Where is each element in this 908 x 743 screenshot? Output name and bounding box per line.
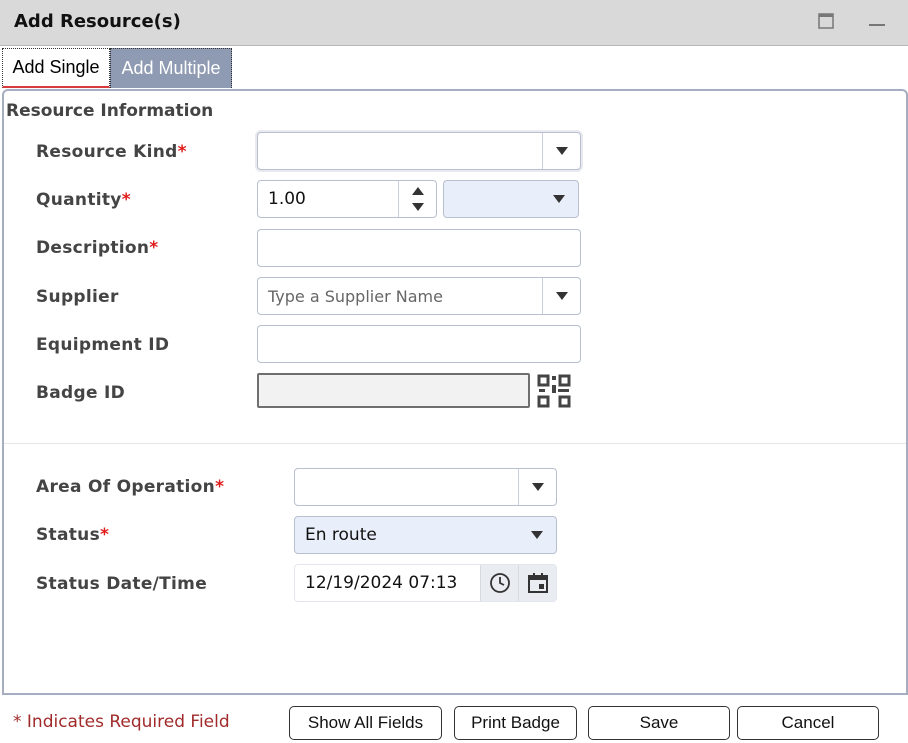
equipment-id-label-text: Equipment ID [36, 335, 170, 355]
resource-kind-label: Resource Kind* [36, 142, 187, 162]
status-select[interactable]: En route [294, 516, 557, 554]
required-mark: * [215, 477, 225, 497]
badge-id-label-text: Badge ID [36, 383, 126, 403]
resource-kind-label-text: Resource Kind [36, 142, 178, 162]
description-label: Description* [36, 238, 158, 258]
required-mark: * [121, 190, 131, 210]
quantity-stepper[interactable]: 1.00 [257, 180, 437, 218]
quantity-unit-select[interactable] [443, 180, 579, 218]
area-of-operation-label: Area Of Operation* [36, 477, 224, 497]
status-value: En route [305, 525, 377, 545]
stepper-buttons[interactable] [398, 181, 436, 217]
tab-add-single[interactable]: Add Single [2, 48, 110, 88]
status-label-text: Status [36, 525, 100, 545]
quantity-value: 1.00 [268, 189, 306, 209]
description-label-text: Description [36, 238, 150, 258]
minimize-icon[interactable] [868, 12, 886, 30]
window-title: Add Resource(s) [14, 11, 181, 32]
chevron-down-icon[interactable] [518, 469, 556, 505]
save-button[interactable]: Save [588, 706, 730, 740]
supplier-placeholder: Type a Supplier Name [268, 286, 443, 306]
required-field-note: * Indicates Required Field [13, 712, 230, 732]
cancel-button[interactable]: Cancel [737, 706, 879, 740]
area-of-operation-select[interactable] [294, 468, 557, 506]
chevron-down-icon[interactable] [540, 181, 578, 217]
supplier-label: Supplier [36, 287, 119, 307]
qr-code-icon[interactable] [536, 373, 572, 409]
supplier-combobox[interactable]: Type a Supplier Name [257, 277, 581, 315]
chevron-down-icon[interactable] [542, 278, 580, 314]
tab-add-multiple[interactable]: Add Multiple [110, 48, 232, 88]
chevron-down-icon[interactable] [542, 133, 580, 169]
required-mark: * [100, 525, 110, 545]
status-datetime-label-text: Status Date/Time [36, 574, 208, 594]
calendar-icon[interactable] [518, 565, 556, 601]
required-mark: * [177, 142, 187, 162]
status-datetime-label: Status Date/Time [36, 574, 207, 594]
required-mark: * [149, 238, 159, 258]
show-all-fields-button[interactable]: Show All Fields [289, 706, 442, 740]
description-input[interactable] [257, 229, 581, 267]
section-title: Resource Information [6, 101, 214, 121]
quantity-label-text: Quantity [36, 190, 122, 210]
print-badge-button[interactable]: Print Badge [454, 706, 577, 740]
equipment-id-input[interactable] [257, 325, 581, 363]
chevron-down-icon[interactable] [518, 517, 556, 553]
equipment-id-label: Equipment ID [36, 335, 169, 355]
status-datetime-input[interactable]: 12/19/2024 07:13 [294, 564, 557, 602]
clock-icon[interactable] [480, 565, 518, 601]
area-of-operation-label-text: Area Of Operation [36, 477, 216, 497]
supplier-label-text: Supplier [36, 287, 119, 307]
section-divider [4, 443, 906, 444]
quantity-label: Quantity* [36, 190, 131, 210]
status-label: Status* [36, 525, 109, 545]
status-datetime-value: 12/19/2024 07:13 [305, 573, 458, 593]
badge-id-input [257, 373, 530, 408]
window-titlebar: Add Resource(s) [0, 0, 908, 46]
maximize-icon[interactable] [817, 12, 835, 30]
badge-id-label: Badge ID [36, 383, 125, 403]
resource-kind-select[interactable] [257, 132, 581, 170]
